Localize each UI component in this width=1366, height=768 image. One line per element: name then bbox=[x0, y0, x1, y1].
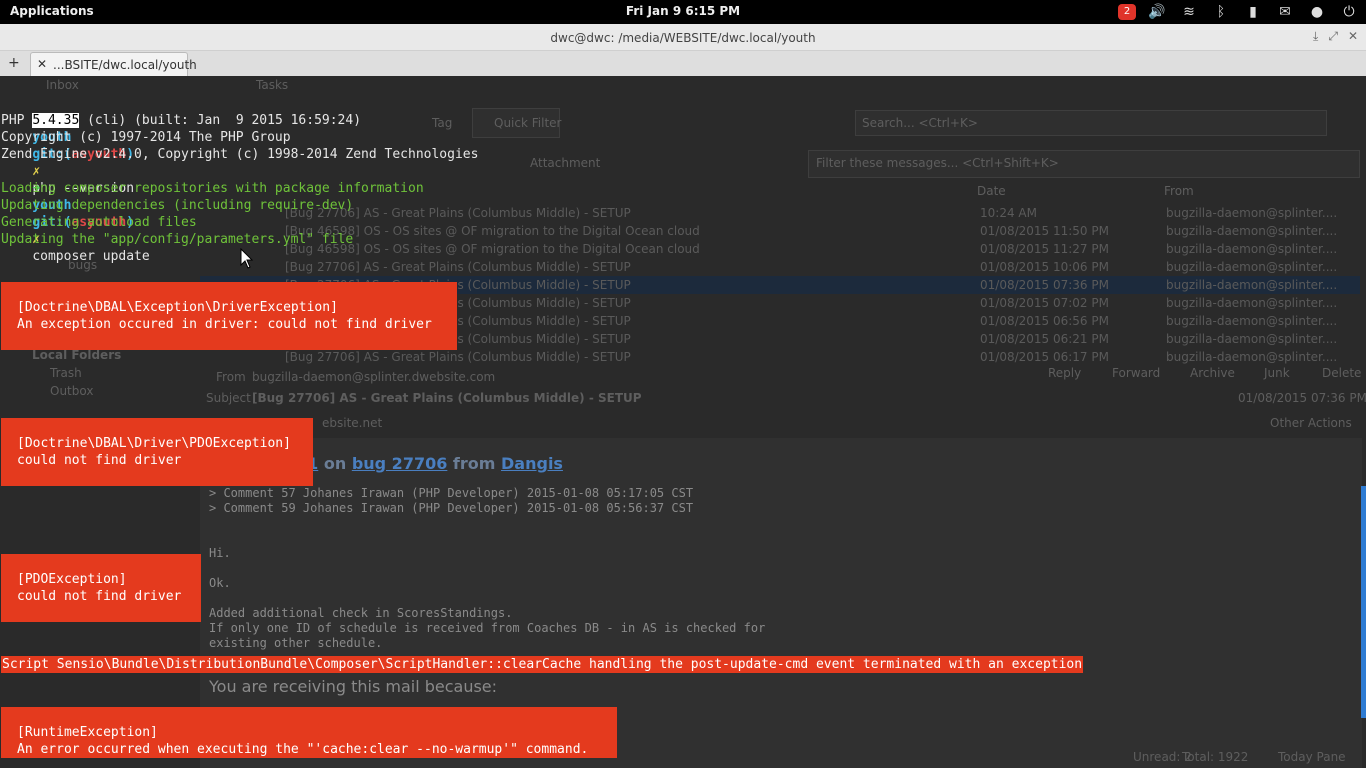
tasks-tab: Tasks bbox=[256, 78, 289, 92]
error-box-pdo-exception: [PDOException] could not find driver bbox=[1, 554, 201, 622]
mouse-pointer-icon bbox=[240, 248, 254, 269]
attachment-filter: Attachment bbox=[530, 156, 601, 170]
battery-icon[interactable]: ▮ bbox=[1242, 2, 1264, 22]
mail-from: bugzilla-daemon@splinter.... bbox=[1166, 350, 1338, 364]
receiving-note: You are receiving this mail because: bbox=[209, 677, 498, 696]
output-line: Loading composer repositories with packa… bbox=[1, 181, 424, 196]
today-pane: Today Pane bbox=[1278, 750, 1346, 764]
output-line: Updating dependencies (including require… bbox=[1, 198, 354, 213]
scrollbar[interactable] bbox=[1361, 486, 1366, 718]
tab-label: ...BSITE/dwc.local/youth bbox=[53, 58, 197, 72]
delete-button: Delete bbox=[1322, 366, 1362, 380]
forward-button: Forward bbox=[1112, 366, 1161, 380]
mail-date: 01/08/2015 07:02 PM bbox=[980, 296, 1109, 310]
body-line: Hi. bbox=[209, 546, 231, 560]
close-icon[interactable]: ✕ bbox=[1348, 29, 1358, 44]
output-line: Copyright (c) 1997-2014 The PHP Group bbox=[1, 130, 291, 145]
terminal-tab[interactable]: ✕ ...BSITE/dwc.local/youth bbox=[30, 52, 197, 76]
mail-from: bugzilla-daemon@splinter.... bbox=[1166, 206, 1338, 220]
sidebar-local-folders: Local Folders bbox=[32, 348, 122, 362]
output-line: Zend Engine v2.4.0, Copyright (c) 1998-2… bbox=[1, 147, 479, 162]
col-date: Date bbox=[977, 184, 1006, 198]
quote-line-2: > Comment 59 Johanes Irawan (PHP Develop… bbox=[209, 501, 694, 515]
col-from: From bbox=[1164, 184, 1194, 198]
body-line: existing other schedule. bbox=[209, 636, 383, 650]
mail-date: 01/08/2015 06:17 PM bbox=[980, 350, 1109, 364]
table-row: [Bug 27706] AS - Great Plains (Columbus … bbox=[200, 348, 1360, 366]
download-icon[interactable]: ⤓ bbox=[1313, 29, 1318, 44]
volume-icon[interactable]: 🔊 bbox=[1146, 2, 1168, 22]
bluetooth-icon[interactable]: ᛒ bbox=[1210, 2, 1232, 22]
mail-date: 01/08/2015 06:56 PM bbox=[980, 314, 1109, 328]
mail-date: 01/08/2015 06:21 PM bbox=[980, 332, 1109, 346]
system-top-bar: Applications Fri Jan 9 6:15 PM 2 🔊 ≋ ᛒ ▮… bbox=[0, 0, 1366, 24]
output-line: Generating autoload files bbox=[1, 215, 197, 230]
body-line: Added additional check in ScoresStanding… bbox=[209, 606, 513, 620]
user-icon[interactable]: ● bbox=[1306, 2, 1328, 22]
window-title: dwc@dwc: /media/WEBSITE/dwc.local/youth bbox=[550, 31, 816, 45]
tag-button: Tag bbox=[432, 116, 453, 130]
mail-from: bugzilla-daemon@splinter.... bbox=[1166, 332, 1338, 346]
mail-from: bugzilla-daemon@splinter.... bbox=[1166, 242, 1338, 256]
error-box-pdo-driver-exception: [Doctrine\DBAL\Driver\PDOException] coul… bbox=[1, 418, 313, 486]
total-count: Total: 1922 bbox=[1182, 750, 1249, 764]
quote-line-1: > Comment 57 Johanes Irawan (PHP Develop… bbox=[209, 486, 694, 500]
mail-date: 01/08/2015 11:27 PM bbox=[980, 242, 1109, 256]
mail-date: 01/08/2015 10:06 PM bbox=[980, 260, 1109, 274]
mail-date: 10:24 AM bbox=[980, 206, 1037, 220]
header-to: ebsite.net bbox=[322, 416, 383, 430]
header-subject-label: Subject bbox=[206, 391, 251, 405]
error-box-driver-exception: [Doctrine\DBAL\Exception\DriverException… bbox=[1, 282, 457, 350]
reply-button: Reply bbox=[1048, 366, 1082, 380]
body-heading: 61 on bug 27706 from Dangis bbox=[296, 454, 563, 473]
header-date: 01/08/2015 07:36 PM bbox=[1238, 391, 1366, 405]
output-line: PHP 5.4.35 (cli) (built: Jan 9 2015 16:5… bbox=[1, 113, 362, 128]
window-title-bar[interactable]: dwc@dwc: /media/WEBSITE/dwc.local/youth … bbox=[0, 24, 1366, 51]
header-from: bugzilla-daemon@splinter.dwebsite.com bbox=[252, 370, 496, 384]
mail-from: bugzilla-daemon@splinter.... bbox=[1166, 224, 1338, 238]
body-line: If only one ID of schedule is received f… bbox=[209, 621, 766, 635]
header-subject: [Bug 27706] AS - Great Plains (Columbus … bbox=[252, 391, 642, 405]
table-row: [Bug 46598] OS - OS sites @ OF migration… bbox=[200, 222, 1360, 240]
new-tab-button[interactable]: + bbox=[8, 55, 20, 71]
system-tray: 2 🔊 ≋ ᛒ ▮ ✉ ● ⏻ bbox=[1118, 2, 1360, 22]
mail-icon[interactable]: ✉ bbox=[1274, 2, 1296, 22]
script-error-line: Script Sensio\Bundle\DistributionBundle\… bbox=[1, 656, 1084, 673]
inbox-tab: Inbox bbox=[46, 78, 79, 92]
mail-from: bugzilla-daemon@splinter.... bbox=[1166, 278, 1338, 292]
mail-from: bugzilla-daemon@splinter.... bbox=[1166, 296, 1338, 310]
power-icon[interactable]: ⏻ bbox=[1338, 2, 1360, 22]
error-box-runtime-exception: [RuntimeException] An error occurred whe… bbox=[1, 707, 617, 758]
mail-from: bugzilla-daemon@splinter.... bbox=[1166, 260, 1338, 274]
sidebar-outbox: Outbox bbox=[50, 384, 94, 398]
mail-search-placeholder: Search... <Ctrl+K> bbox=[862, 116, 978, 130]
sidebar-trash: Trash bbox=[50, 366, 82, 380]
mail-subject: [Bug 27706] AS - Great Plains (Columbus … bbox=[285, 260, 631, 274]
filter-placeholder: Filter these messages... <Ctrl+Shift+K> bbox=[816, 156, 1059, 170]
notification-badge[interactable]: 2 bbox=[1118, 4, 1136, 20]
mail-date: 01/08/2015 11:50 PM bbox=[980, 224, 1109, 238]
table-row: [Bug 27706] AS - Great Plains (Columbus … bbox=[200, 258, 1360, 276]
mail-date: 01/08/2015 07:36 PM bbox=[980, 278, 1109, 292]
maximize-icon[interactable]: ⤢ bbox=[1328, 29, 1338, 44]
window-controls: ⤓ ⤢ ✕ bbox=[1313, 29, 1358, 44]
mail-from: bugzilla-daemon@splinter.... bbox=[1166, 314, 1338, 328]
mail-subject: [Bug 27706] AS - Great Plains (Columbus … bbox=[285, 350, 631, 364]
table-row: [Bug 46598] OS - OS sites @ OF migration… bbox=[200, 240, 1360, 258]
table-row: [Bug 27706] AS - Great Plains (Columbus … bbox=[200, 204, 1360, 222]
quick-filter-button: Quick Filter bbox=[494, 116, 562, 130]
terminal-tab-bar: + ✕ ...BSITE/dwc.local/youth bbox=[0, 51, 1366, 77]
archive-button: Archive bbox=[1190, 366, 1235, 380]
output-line: Updating the "app/config/parameters.yml"… bbox=[1, 232, 354, 247]
close-tab-icon[interactable]: ✕ bbox=[37, 57, 47, 71]
wifi-icon[interactable]: ≋ bbox=[1178, 2, 1200, 22]
junk-button: Junk bbox=[1264, 366, 1290, 380]
header-from-label: From bbox=[216, 370, 246, 384]
other-actions: Other Actions bbox=[1270, 416, 1352, 430]
body-line: Ok. bbox=[209, 576, 231, 590]
